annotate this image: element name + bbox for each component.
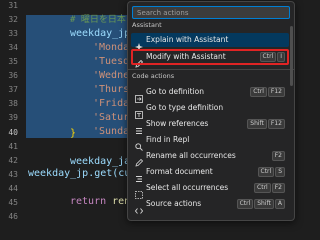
menu-item-go-to-definition[interactable]: Go to definition Ctrl F12 <box>131 85 289 103</box>
sparkle-icon <box>135 36 143 51</box>
search-box[interactable] <box>132 6 290 19</box>
code-keyword: return <box>70 196 107 207</box>
menu-item-label: Rename all occurrences <box>146 151 236 160</box>
type-definition-icon <box>135 104 143 119</box>
menu-item-show-references[interactable]: Show references Shift F12 <box>131 117 289 134</box>
menu-item-label: Select all occurrences <box>146 183 229 192</box>
line-number: 37 <box>8 85 18 94</box>
line-number: 44 <box>8 184 18 193</box>
menu-scrollbar[interactable] <box>290 26 293 86</box>
go-to-definition-icon <box>135 88 143 103</box>
section-header-code-actions: Code actions <box>132 72 175 80</box>
menu-item-label: Explain with Assistant <box>146 35 229 44</box>
line-number: 41 <box>8 142 18 151</box>
code-brace: } <box>70 128 77 139</box>
menu-item-rename-all-occurrences[interactable]: Rename all occurrences F2 <box>131 149 289 167</box>
line-number: 36 <box>8 71 18 80</box>
menu-item-find-in-repl[interactable]: Find in Repl <box>131 133 289 151</box>
code-line: weekday_jp <box>70 28 131 39</box>
highlight-annotation-box <box>131 49 289 65</box>
menu-item-label: Go to definition <box>146 87 205 96</box>
line-number: 39 <box>8 113 18 122</box>
search-icon <box>135 136 143 151</box>
menu-divider <box>128 69 294 70</box>
menu-item-go-to-type-definition[interactable]: Go to type definition <box>131 101 289 119</box>
menu-item-label: Go to type definition <box>146 103 224 112</box>
line-number: 45 <box>8 198 18 207</box>
line-number: 42 <box>8 156 18 165</box>
section-header-assistant: Assistant <box>132 21 162 29</box>
search-actions-input[interactable] <box>133 7 287 18</box>
line-number: 46 <box>8 212 18 221</box>
keyboard-shortcut: Ctrl Shift A <box>236 199 285 209</box>
line-number: 43 <box>8 170 18 179</box>
keyboard-shortcut: Ctrl S <box>257 167 285 177</box>
code-comment: # 曜日を日本 <box>70 15 126 25</box>
menu-item-label: Format document <box>146 167 213 176</box>
menu-item-label: Show references <box>146 119 209 128</box>
line-number: 33 <box>8 29 18 38</box>
source-actions-icon <box>134 200 144 214</box>
select-all-icon <box>135 184 143 199</box>
references-icon <box>135 120 143 134</box>
line-number: 31 <box>8 1 18 10</box>
line-number: 35 <box>8 57 18 66</box>
line-number: 38 <box>8 99 18 108</box>
menu-item-format-document[interactable]: Format document Ctrl S <box>131 165 289 182</box>
menu-item-source-actions[interactable]: Source actions Ctrl Shift A <box>131 197 289 214</box>
format-icon <box>135 168 143 182</box>
context-menu: Assistant Explain with Assistant Modify … <box>127 1 295 221</box>
code-line: weekday_jp.get(curr <box>28 168 143 179</box>
keyboard-shortcut: Shift F12 <box>246 119 285 129</box>
keyboard-shortcut: Ctrl F2 <box>253 183 285 193</box>
line-number-gutter: 31 32 33 34 35 36 37 38 39 40 41 42 43 4… <box>0 0 20 221</box>
keyboard-shortcut: F2 <box>271 151 285 161</box>
line-number: 32 <box>8 15 18 24</box>
rename-icon <box>135 152 144 167</box>
keyboard-shortcut: Ctrl F12 <box>249 87 285 97</box>
menu-item-label: Find in Repl <box>146 135 190 144</box>
line-number: 34 <box>8 43 18 52</box>
menu-item-explain-with-assistant[interactable]: Explain with Assistant <box>131 33 289 51</box>
menu-item-select-all-occurrences[interactable]: Select all occurrences Ctrl F2 <box>131 181 289 199</box>
line-number-active: 40 <box>8 128 18 137</box>
menu-item-label: Source actions <box>146 199 202 208</box>
